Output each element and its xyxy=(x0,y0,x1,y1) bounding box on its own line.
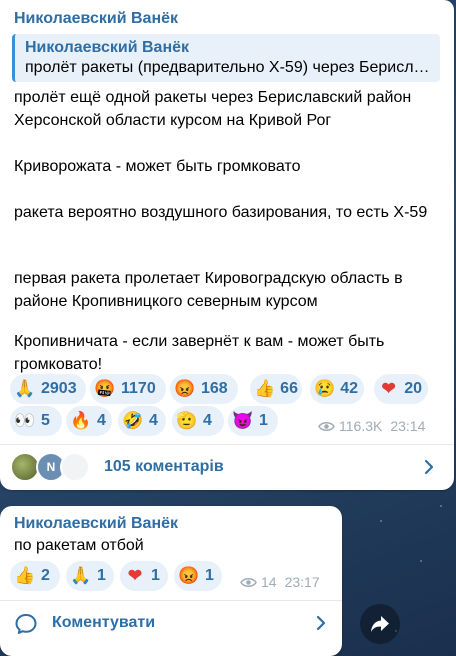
background-star xyxy=(440,505,442,507)
reaction-count: 5 xyxy=(41,412,50,429)
reaction-chip[interactable]: 😡 1 xyxy=(174,561,222,591)
crying-face-icon: 😢 xyxy=(314,379,336,398)
reaction-count: 168 xyxy=(201,380,228,397)
background-star xyxy=(420,560,422,562)
reaction-count: 2903 xyxy=(41,380,77,397)
view-count: 14 xyxy=(261,574,277,590)
reaction-count: 66 xyxy=(280,380,298,397)
reaction-chip[interactable]: 🤣 4 xyxy=(118,406,166,436)
author-name[interactable]: Николаевский Ванёк xyxy=(14,515,178,533)
author-name[interactable]: Николаевский Ванёк xyxy=(14,10,178,28)
message-paragraph: ракета вероятно воздушного базирования, … xyxy=(14,204,428,221)
reaction-count: 2 xyxy=(41,567,50,584)
message-time: 23:17 xyxy=(284,574,320,590)
message-paragraph: Кропивничата - если завернёт к вам - мож… xyxy=(14,333,385,373)
reply-text: пролёт ракеты (предварительно Х-59) чере… xyxy=(25,59,430,76)
forward-arrow-icon xyxy=(371,616,389,632)
angry-face-icon: 😡 xyxy=(178,566,200,585)
eye-icon xyxy=(240,577,257,587)
reply-quote[interactable]: Николаевский Ванёк пролёт ракеты (предва… xyxy=(12,34,440,82)
background-star xyxy=(380,520,382,522)
message-bubble[interactable]: Николаевский Ванёк по ракетам отбой 👍 2 … xyxy=(0,506,342,656)
reaction-count: 4 xyxy=(149,412,158,429)
rofl-face-icon: 🤣 xyxy=(122,411,144,430)
comment-icon[interactable] xyxy=(14,612,38,636)
reaction-count: 4 xyxy=(97,412,106,429)
praying-hands-icon: 🙏 xyxy=(14,379,36,398)
reaction-chip[interactable]: 😢 42 xyxy=(310,374,364,404)
reaction-chip[interactable]: 👍 2 xyxy=(10,561,60,591)
reaction-count: 1 xyxy=(259,412,268,429)
message-meta: 116.3K 23:14 xyxy=(318,418,425,434)
reply-author: Николаевский Ванёк xyxy=(25,39,190,56)
thumbs-up-icon: 👍 xyxy=(254,379,276,398)
chevron-right-icon[interactable] xyxy=(424,459,434,475)
reaction-chip[interactable]: ❤ 1 xyxy=(120,561,168,591)
message-meta: 14 23:17 xyxy=(240,574,320,590)
avatar xyxy=(60,452,90,482)
message-paragraph: первая ракета пролетает Кировоградскую о… xyxy=(14,270,403,310)
reaction-chip[interactable]: 🔥 4 xyxy=(66,406,112,436)
comments-link[interactable]: 105 коментарів xyxy=(104,458,224,476)
thumbs-up-icon: 👍 xyxy=(14,566,36,585)
reaction-count: 1 xyxy=(97,567,106,584)
reaction-chip[interactable]: 🙏 1 xyxy=(66,561,114,591)
reaction-count: 4 xyxy=(203,412,212,429)
reaction-chip[interactable]: 🫡 4 xyxy=(172,406,224,436)
reaction-chip[interactable]: 😈 1 xyxy=(228,406,278,436)
message-paragraph: пролёт ещё одной ракеты через Бериславск… xyxy=(14,89,412,129)
message-bubble[interactable]: Николаевский Ванёк Николаевский Ванёк пр… xyxy=(0,0,454,490)
view-count: 116.3K xyxy=(339,418,383,434)
reaction-count: 1 xyxy=(151,567,160,584)
heart-icon: ❤ xyxy=(381,379,396,398)
share-button[interactable] xyxy=(360,604,400,644)
message-paragraph: Криворожата - может быть громковато xyxy=(14,158,301,175)
reaction-chip[interactable]: ❤ 20 xyxy=(374,374,428,404)
chevron-right-icon[interactable] xyxy=(316,615,326,631)
comment-button[interactable]: Коментувати xyxy=(52,614,155,632)
reaction-chip[interactable]: 🙏 2903 xyxy=(10,374,86,404)
cursing-face-icon: 🤬 xyxy=(94,379,116,398)
reaction-count: 42 xyxy=(340,380,358,397)
pointing-hand-icon: 🫡 xyxy=(176,411,198,430)
message-text: по ракетам отбой xyxy=(14,537,144,554)
eyes-icon: 👀 xyxy=(14,411,36,430)
reaction-chip[interactable]: 👀 5 xyxy=(10,406,62,436)
praying-hands-icon: 🙏 xyxy=(70,566,92,585)
angry-face-icon: 😡 xyxy=(174,379,196,398)
reaction-count: 1170 xyxy=(121,380,156,397)
divider xyxy=(0,600,342,601)
devil-face-icon: 😈 xyxy=(232,411,254,430)
eye-icon xyxy=(318,421,335,431)
fire-icon: 🔥 xyxy=(70,411,92,430)
divider xyxy=(0,444,454,445)
reaction-chip[interactable]: 🤬 1170 xyxy=(90,374,166,404)
reaction-chip[interactable]: 😡 168 xyxy=(170,374,238,404)
reaction-count: 20 xyxy=(404,380,422,397)
reaction-count: 1 xyxy=(205,567,214,584)
message-time: 23:14 xyxy=(390,418,426,434)
heart-on-fire-icon: ❤ xyxy=(127,566,143,585)
reaction-chip[interactable]: 👍 66 xyxy=(250,374,302,404)
